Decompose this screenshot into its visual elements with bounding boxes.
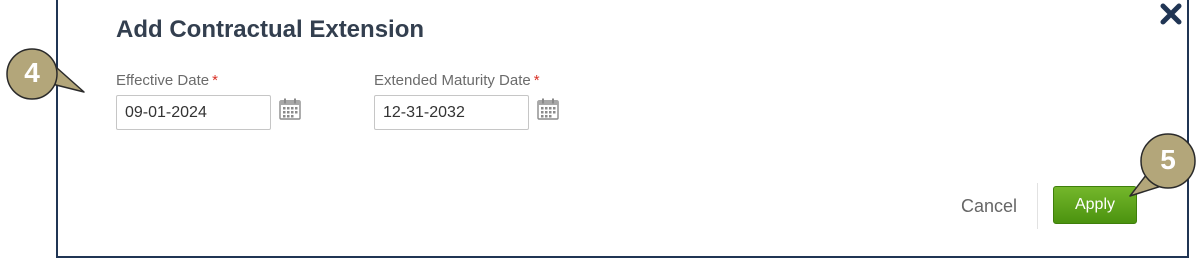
add-contractual-extension-dialog: Add Contractual Extension Effective Date… <box>56 0 1189 258</box>
extended-maturity-date-label: Extended Maturity Date <box>374 72 531 89</box>
calendar-icon[interactable] <box>278 97 302 121</box>
extended-maturity-date-input[interactable] <box>374 95 529 130</box>
apply-button[interactable]: Apply <box>1053 186 1137 224</box>
effective-date-input[interactable] <box>116 95 271 130</box>
calendar-icon[interactable] <box>536 97 560 121</box>
effective-date-field: Effective Date * <box>116 72 302 130</box>
callout-number-4: 4 <box>24 57 40 88</box>
required-mark: * <box>212 72 218 89</box>
close-icon[interactable] <box>1159 2 1183 26</box>
button-divider <box>1037 183 1038 229</box>
required-mark: * <box>533 72 540 89</box>
dialog-title: Add Contractual Extension <box>116 16 425 43</box>
callout-number-5: 5 <box>1160 144 1176 175</box>
cancel-button[interactable]: Cancel <box>961 196 1017 217</box>
extended-maturity-date-field: Extended Maturity Date * <box>374 72 560 130</box>
effective-date-label: Effective Date <box>116 72 210 89</box>
